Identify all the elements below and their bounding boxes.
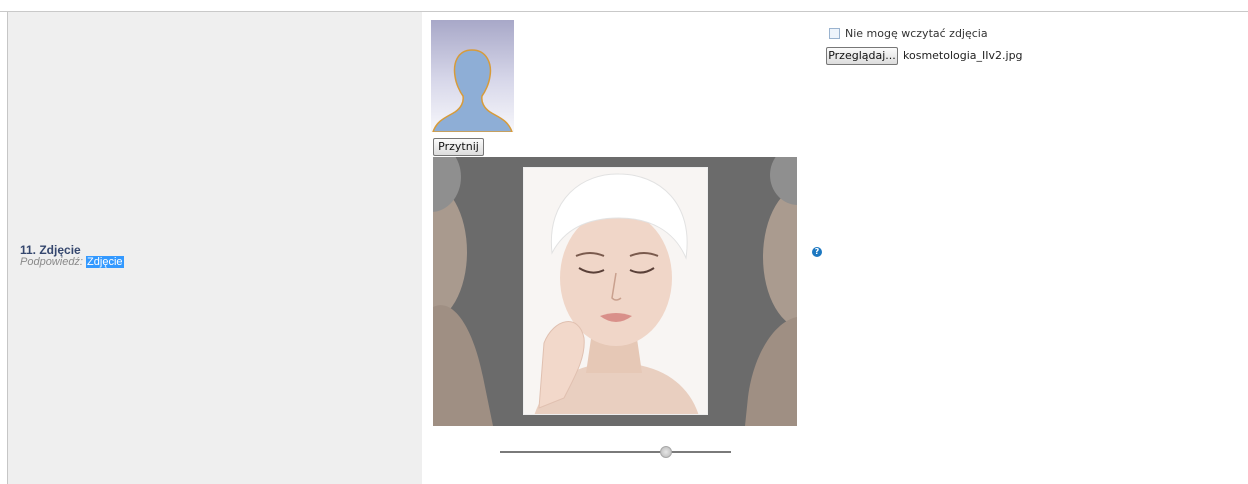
crop-selection[interactable]: [523, 167, 708, 415]
user-silhouette-icon: [432, 49, 513, 132]
zoom-slider-thumb[interactable]: [660, 446, 673, 458]
hint-value: Zdjęcie: [86, 256, 124, 268]
portrait-photo: [524, 168, 707, 414]
help-icon[interactable]: ?: [812, 247, 822, 257]
browse-button[interactable]: Przeglądaj...: [826, 47, 898, 65]
avatar-preview: [431, 20, 514, 132]
image-crop-area[interactable]: [433, 157, 797, 426]
zoom-slider-track[interactable]: [500, 451, 731, 453]
top-border: [0, 0, 1248, 12]
field-hint: Podpowiedź: Zdjęcie: [20, 256, 124, 268]
cant-load-photo-checkbox[interactable]: [829, 28, 840, 39]
field-label-panel: 11. Zdjęcie Podpowiedź: Zdjęcie: [7, 12, 422, 484]
field-title: 11. Zdjęcie: [20, 243, 81, 257]
crop-button[interactable]: Przytnij: [433, 138, 484, 156]
cant-load-photo-label: Nie mogę wczytać zdjęcia: [845, 27, 988, 40]
hint-label: Podpowiedź:: [20, 256, 87, 268]
selected-file-name: kosmetologia_IIv2.jpg: [903, 49, 1023, 62]
